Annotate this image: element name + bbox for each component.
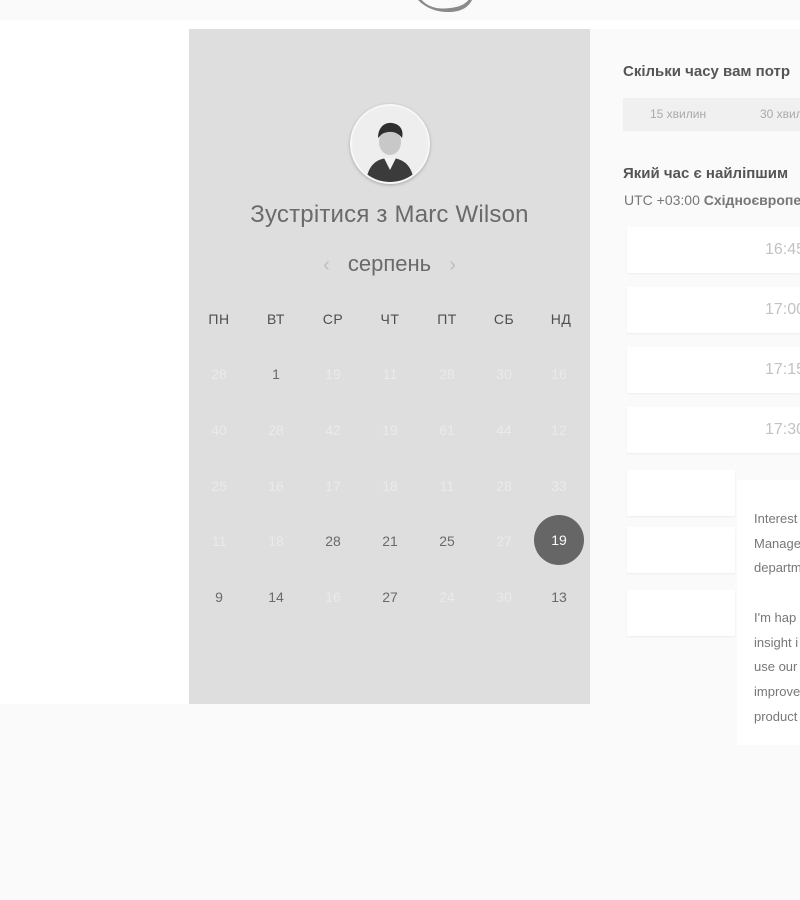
time-slot[interactable] xyxy=(627,527,735,573)
time-slot[interactable] xyxy=(627,470,735,516)
weekday-thu: ЧТ xyxy=(380,311,400,327)
calendar-day: 16 xyxy=(268,478,284,494)
time-slot[interactable]: 17:30 xyxy=(627,407,800,453)
popup-line: insight i xyxy=(754,635,799,650)
calendar-day[interactable]: 28 xyxy=(309,517,357,565)
calendar-day[interactable]: 14 xyxy=(252,573,300,621)
weekday-header: ПН ВТ СР ЧТ ПТ СБ НД xyxy=(189,311,590,331)
time-question: Який час є найліпшим xyxy=(623,165,789,182)
calendar-day: 40 xyxy=(211,422,227,438)
duration-option-30[interactable]: 30 хвил xyxy=(760,98,800,131)
calendar-day[interactable]: 1 xyxy=(252,350,300,398)
weekday-tue: ВТ xyxy=(267,311,285,327)
calendar-day: 44 xyxy=(496,422,512,438)
popup-line: Manage xyxy=(754,536,800,551)
calendar-day: 24 xyxy=(439,589,455,605)
chevron-left-icon[interactable]: ‹ xyxy=(311,254,342,277)
calendar-day: 30 xyxy=(496,366,512,382)
calendar-day: 17 xyxy=(325,478,341,494)
time-slot-label: 17:30 xyxy=(765,421,800,438)
calendar-day: 27 xyxy=(496,533,512,549)
calendar-day: 19 xyxy=(382,422,398,438)
calendar-day: 11 xyxy=(211,533,227,549)
time-slot[interactable]: 17:00 xyxy=(627,287,800,333)
weekday-fri: ПТ xyxy=(437,311,457,327)
popup-line: improve xyxy=(754,684,800,699)
duration-selector: 15 хвилин 30 хвил xyxy=(623,98,800,131)
popup-line: product xyxy=(754,709,798,724)
time-slot-label: 16:45 xyxy=(765,241,800,258)
calendar-day[interactable]: 9 xyxy=(195,573,243,621)
calendar-day: 12 xyxy=(551,422,567,438)
host-title: Зустрітися з Marc Wilson xyxy=(250,201,529,228)
calendar-day: 11 xyxy=(382,366,398,382)
time-slot-label: 17:00 xyxy=(765,301,800,318)
popup-line: I'm hap xyxy=(754,610,797,625)
calendar-day: 28 xyxy=(211,366,227,382)
weekday-sun: НД xyxy=(550,311,572,327)
weekday-mon: ПН xyxy=(208,311,230,327)
month-navigation: ‹ серпень › xyxy=(189,251,590,277)
weekday-wed: СР xyxy=(322,311,344,327)
calendar-day: 16 xyxy=(325,589,341,605)
time-slot[interactable]: 16:45 xyxy=(627,227,800,273)
calendar-day[interactable]: 27 xyxy=(366,573,414,621)
calendar-day: 16 xyxy=(551,366,567,382)
duration-question: Скільки часу вам потр xyxy=(623,63,791,80)
weekday-sat: СБ xyxy=(493,311,515,327)
calendar-day: 18 xyxy=(268,533,284,549)
time-slot[interactable] xyxy=(627,590,735,636)
calendar-day[interactable]: 21 xyxy=(366,517,414,565)
avatar-icon xyxy=(350,104,430,184)
timezone-label[interactable]: UTC +03:00 Східноєвропе xyxy=(624,192,800,208)
calendar-day: 33 xyxy=(551,478,567,494)
logo-icon xyxy=(418,0,472,12)
booking-calendar-panel: Зустрітися з Marc Wilson ‹ серпень › ПН … xyxy=(189,29,590,704)
popup-line: Interest xyxy=(754,511,798,526)
chevron-right-icon[interactable]: › xyxy=(437,254,468,277)
calendar-day: 25 xyxy=(211,478,227,494)
calendar-day-selected[interactable]: 19 xyxy=(534,515,584,565)
calendar-day: 19 xyxy=(325,366,341,382)
chat-popup[interactable]: Interest Manage departm I'm hap insight … xyxy=(737,480,800,745)
calendar-day: 61 xyxy=(439,422,455,438)
calendar-day: 42 xyxy=(325,422,341,438)
timezone-offset: UTC +03:00 xyxy=(624,192,700,208)
calendar-day[interactable]: 13 xyxy=(535,573,583,621)
duration-option-15[interactable]: 15 хвилин xyxy=(650,98,706,131)
calendar-day: 28 xyxy=(268,422,284,438)
calendar-day: 11 xyxy=(439,478,455,494)
time-slot[interactable]: 17:15 xyxy=(627,347,800,393)
calendar-day: 28 xyxy=(496,478,512,494)
calendar-day: 18 xyxy=(382,478,398,494)
popup-line: use our xyxy=(754,659,798,674)
time-slot-label: 17:15 xyxy=(765,361,800,378)
popup-line: departm xyxy=(754,560,800,575)
calendar-day[interactable]: 25 xyxy=(423,517,471,565)
calendar-day: 30 xyxy=(496,589,512,605)
month-label: серпень xyxy=(347,251,432,276)
timezone-name: Східноєвропе xyxy=(703,192,800,208)
calendar-day: 28 xyxy=(439,366,455,382)
